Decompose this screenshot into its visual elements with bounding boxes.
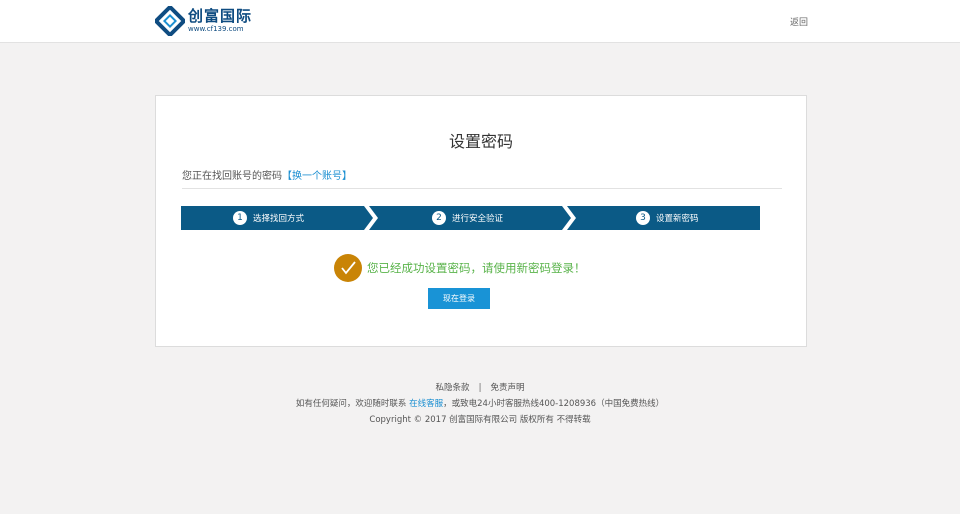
account-line: 您正在找回账号的密码【换一个账号】 [182,167,352,182]
page-title: 设置密码 [448,132,513,151]
reset-password-card: 设置密码 您正在找回账号的密码【换一个账号】 1 选择找回方式 2 进行安全验证… [155,95,807,347]
top-header: 创富国际 www.cf139.com 返回 [0,0,960,43]
contact-prefix: 如有任何疑问，欢迎随时联系 [295,399,407,409]
checkmark-icon [334,254,362,282]
success-message: 您已经成功设置密码，请使用新密码登录！ [334,254,586,282]
logo-diamond-icon [153,4,187,38]
progress-steps: 1 选择找回方式 2 进行安全验证 3 设置新密码 [181,206,760,230]
footer-links: 私隐条款 | 免责声明 [0,380,960,396]
step-number: 3 [636,211,650,225]
step-2: 2 进行安全验证 [432,206,503,230]
step-label: 选择找回方式 [253,214,305,224]
back-link[interactable]: 返回 [790,15,808,28]
footer: 私隐条款 | 免责声明 如有任何疑问，欢迎随时联系 在线客服，或致电24小时客服热线… [0,380,960,428]
step-label: 设置新密码 [656,214,699,224]
switch-account-link[interactable]: 【换一个账号】 [282,171,352,182]
account-prefix: 您正在找回账号的密码 [182,171,282,182]
divider [182,188,782,189]
privacy-link[interactable]: 私隐条款 [436,383,470,393]
copyright: Copyright © 2017 创富国际有限公司 版权所有 不得转载 [369,415,591,425]
step-1: 1 选择找回方式 [233,206,304,230]
contact-line: 如有任何疑问，欢迎随时联系 在线客服，或致电24小时客服热线400-120893… [0,396,960,412]
step-3: 3 设置新密码 [636,206,699,230]
disclaimer-link[interactable]: 免责声明 [490,383,524,393]
step-number: 2 [432,211,446,225]
success-text: 您已经成功设置密码，请使用新密码登录！ [367,261,586,275]
step-label: 进行安全验证 [452,214,504,224]
step-number: 1 [233,211,247,225]
logo-name: 创富国际 [188,7,253,25]
login-now-button[interactable]: 现在登录 [428,288,490,309]
online-service-link[interactable]: 在线客服 [409,399,443,409]
contact-suffix: ，或致电24小时客服热线400-1208936（中国免费热线） [443,399,665,409]
logo[interactable]: 创富国际 www.cf139.com [153,4,253,38]
logo-url: www.cf139.com [188,25,244,33]
footer-separator: | [478,383,482,393]
